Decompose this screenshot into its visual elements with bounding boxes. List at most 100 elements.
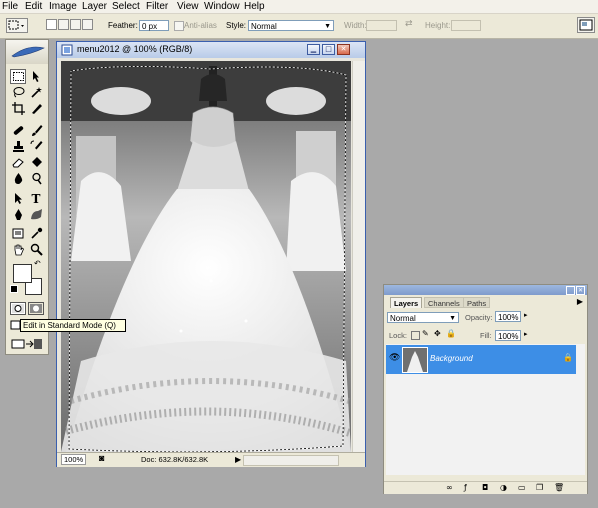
menu-bar: File Edit Image Layer Select Filter View…	[0, 0, 598, 14]
document-window: menu2012 @ 100% (RGB/8) ▁ □ ✕ 100% ◙ Doc…	[56, 41, 366, 467]
status-menu-arrow-icon[interactable]: ▶	[235, 455, 241, 464]
history-brush-tool[interactable]	[28, 139, 44, 154]
panel-minimize-icon[interactable]	[566, 286, 575, 295]
type-tool[interactable]: T	[28, 191, 44, 206]
maximize-button[interactable]: □	[322, 44, 335, 55]
menu-help[interactable]: Help	[244, 0, 265, 13]
blur-tool[interactable]	[10, 171, 26, 186]
zoom-level-field[interactable]: 100%	[61, 454, 87, 465]
adjustment-layer-icon[interactable]: ◑	[500, 483, 507, 492]
foreground-color-swatch[interactable]	[13, 264, 32, 283]
tab-paths[interactable]: Paths	[463, 297, 491, 308]
image-canvas[interactable]	[61, 61, 351, 452]
jump-to-imageready-button[interactable]	[10, 337, 44, 351]
move-tool[interactable]	[28, 69, 44, 84]
magic-wand-tool[interactable]	[28, 85, 44, 100]
fill-input[interactable]: 100%	[495, 330, 521, 341]
paint-bucket-tool[interactable]	[28, 155, 44, 170]
eye-icon[interactable]: 👁	[389, 353, 400, 363]
slice-icon	[31, 104, 42, 114]
dodge-icon	[31, 172, 42, 185]
link-layers-icon[interactable]: ∞	[446, 483, 453, 492]
menu-filter[interactable]: Filter	[146, 0, 168, 13]
healing-brush-tool[interactable]	[10, 123, 26, 138]
blend-mode-select[interactable]: Normal ▼	[387, 312, 459, 323]
document-titlebar[interactable]: menu2012 @ 100% (RGB/8) ▁ □ ✕	[57, 42, 365, 58]
notes-tool[interactable]	[10, 226, 26, 241]
hand-tool[interactable]	[10, 242, 26, 257]
tab-channels[interactable]: Channels	[424, 297, 464, 308]
lock-all-icon[interactable]: 🔒	[446, 329, 456, 338]
lock-position-icon[interactable]: ✥	[434, 329, 441, 338]
document-icon	[61, 44, 73, 56]
default-colors-icon[interactable]	[10, 285, 18, 293]
menu-layer[interactable]: Layer	[82, 0, 107, 13]
opacity-slider-arrow-icon[interactable]: ▸	[524, 311, 528, 319]
status-options-icon[interactable]: ◙	[99, 453, 104, 463]
pen-tool[interactable]	[10, 207, 26, 222]
document-statusbar: 100% ◙ Doc: 632.8K/632.8K ▶	[57, 452, 365, 467]
panel-menu-icon[interactable]: ▶	[577, 297, 583, 306]
menu-window[interactable]: Window	[204, 0, 240, 13]
vertical-scrollbar[interactable]	[352, 61, 365, 452]
layer-mask-icon[interactable]: ◘	[482, 483, 488, 492]
close-button[interactable]: ✕	[337, 44, 350, 55]
menu-image[interactable]: Image	[49, 0, 77, 13]
lasso-icon	[13, 87, 24, 98]
path-selection-tool[interactable]	[10, 191, 26, 206]
tab-layers[interactable]: Layers	[390, 297, 423, 308]
subtract-from-selection-button[interactable]	[70, 19, 81, 30]
style-select[interactable]: Normal ▼	[248, 20, 334, 31]
menu-edit[interactable]: Edit	[25, 0, 42, 13]
layer-style-icon[interactable]: ƒ	[464, 483, 467, 492]
move-icon	[32, 71, 39, 82]
layers-panel-titlebar[interactable]: ✕	[384, 285, 587, 295]
quick-mask-mode-button[interactable]	[28, 302, 44, 315]
brush-tool[interactable]	[28, 123, 44, 138]
height-input[interactable]	[451, 20, 481, 31]
lasso-tool[interactable]	[10, 85, 26, 100]
menu-file[interactable]: File	[2, 0, 18, 13]
lock-transparency-icon[interactable]	[411, 331, 420, 340]
wedding-dress-photo	[61, 61, 351, 452]
history-brush-icon	[30, 140, 42, 150]
rectangular-marquee-tool[interactable]	[10, 69, 26, 84]
crop-tool[interactable]	[10, 101, 26, 116]
eraser-tool[interactable]	[10, 155, 26, 170]
add-to-selection-button[interactable]	[58, 19, 69, 30]
stamp-icon	[12, 141, 24, 152]
panel-close-icon[interactable]: ✕	[576, 286, 585, 295]
shape-tool[interactable]	[28, 207, 44, 222]
lock-image-icon[interactable]: ✎	[422, 329, 429, 338]
minimize-button[interactable]: ▁	[307, 44, 320, 55]
imageready-icon	[11, 339, 42, 349]
tool-preset-picker[interactable]	[6, 18, 28, 33]
swap-dimensions-icon[interactable]: ⇄	[405, 19, 413, 29]
style-label: Style:	[226, 21, 247, 30]
dodge-tool[interactable]	[28, 171, 44, 186]
new-layer-icon[interactable]: ❐	[536, 483, 543, 492]
width-input[interactable]	[366, 20, 397, 31]
swap-colors-icon[interactable]: ↶	[34, 259, 41, 268]
new-selection-button[interactable]	[46, 19, 57, 30]
intersect-selection-button[interactable]	[82, 19, 93, 30]
feather-input[interactable]: 0 px	[139, 20, 169, 31]
zoom-tool[interactable]	[28, 242, 44, 257]
width-label: Width:	[344, 21, 367, 30]
clone-stamp-tool[interactable]	[10, 139, 26, 154]
new-group-icon[interactable]: ▭	[518, 483, 526, 492]
layer-row-background[interactable]: 👁 Background 🔒	[386, 345, 576, 374]
standard-mode-button[interactable]	[10, 302, 26, 315]
menu-view[interactable]: View	[177, 0, 199, 13]
opacity-input[interactable]: 100%	[495, 311, 521, 322]
antialias-checkbox[interactable]	[174, 21, 184, 31]
close-icon: ✕	[340, 45, 347, 53]
horizontal-scrollbar[interactable]	[243, 455, 339, 466]
menu-select[interactable]: Select	[112, 0, 140, 13]
palette-well-button[interactable]	[577, 17, 595, 33]
eyedropper-tool[interactable]	[28, 226, 44, 241]
fill-slider-arrow-icon[interactable]: ▸	[524, 330, 528, 338]
delete-layer-icon[interactable]: 🗑	[554, 483, 564, 492]
layer-name: Background	[430, 354, 473, 363]
slice-tool[interactable]	[28, 101, 44, 116]
